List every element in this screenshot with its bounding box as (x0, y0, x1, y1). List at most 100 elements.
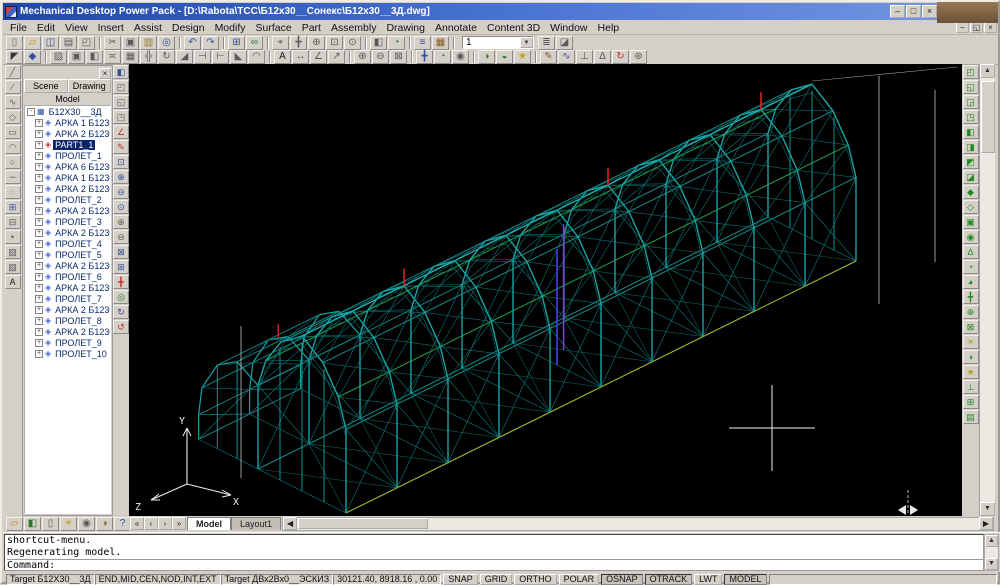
tree-expander-icon[interactable]: + (35, 218, 43, 226)
tree-expander-icon[interactable]: + (35, 174, 43, 182)
command-scroll-down-button[interactable]: ▼ (985, 558, 998, 570)
pan-realtime-icon[interactable]: ╋ (416, 50, 433, 64)
tab-model[interactable]: Model (187, 517, 231, 530)
tree-node-label[interactable]: ПРОЛЕТ_6 (53, 272, 104, 282)
zoom-out-icon[interactable]: ⊖ (113, 230, 129, 244)
tree-expander-icon[interactable]: + (35, 328, 43, 336)
tree-item[interactable]: +◈ПРОЛЕТ_6 (25, 271, 110, 282)
dim-angular-icon[interactable]: ∠ (310, 50, 327, 64)
title-bar[interactable]: Mechanical Desktop Power Pack - [D:\Rabo… (3, 3, 939, 20)
zoom-icon[interactable]: ⊕ (963, 305, 979, 319)
ucs-world-icon[interactable]: ⊥ (963, 380, 979, 394)
menu-assist[interactable]: Assist (129, 22, 167, 34)
zoom-scale-icon[interactable]: ⊖ (113, 185, 129, 199)
status-ortho-button[interactable]: ORTHO (514, 574, 556, 585)
perspective-icon[interactable]: ∆ (963, 245, 979, 259)
maximize-button[interactable]: □ (906, 5, 921, 18)
zoom-realtime-icon[interactable]: ⊕ (308, 36, 325, 50)
style-combo[interactable]: 1 ▼ (462, 36, 534, 49)
block-insert-icon[interactable]: ⊞ (5, 200, 21, 214)
tree-node-label[interactable]: PART1_1 (53, 140, 95, 150)
status-otrack-button[interactable]: OTRACK (645, 574, 693, 585)
leader-icon[interactable]: ↗ (328, 50, 345, 64)
update-part-icon[interactable]: ↻ (612, 50, 629, 64)
horizontal-scroll-thumb[interactable] (298, 518, 428, 529)
menu-design[interactable]: Design (167, 22, 210, 34)
text-icon[interactable]: A (274, 50, 291, 64)
top-view-icon[interactable]: ◰ (113, 80, 129, 94)
vertical-scroll-thumb[interactable] (981, 81, 995, 153)
mirror-icon[interactable]: ◧ (86, 50, 103, 64)
move-icon[interactable]: ╬ (140, 50, 157, 64)
pan-icon[interactable]: ╋ (963, 290, 979, 304)
tree-expander-icon[interactable]: + (35, 251, 43, 259)
back-view-icon[interactable]: ◨ (963, 140, 979, 154)
tree-expander-icon[interactable]: + (35, 163, 43, 171)
se-iso-view-icon[interactable]: ◪ (963, 170, 979, 184)
tree-expander-icon[interactable]: + (35, 295, 43, 303)
command-scroll-track[interactable] (985, 547, 998, 558)
options-icon[interactable]: ⊛ (630, 50, 647, 64)
status-lwt-button[interactable]: LWT (694, 574, 722, 585)
orbit-3d-icon[interactable]: ◔ (434, 50, 451, 64)
menu-drawing[interactable]: Drawing (381, 22, 430, 34)
dim-linear-icon[interactable]: ↔ (292, 50, 309, 64)
front-view-icon[interactable]: ◱ (113, 95, 129, 109)
tree-expander-icon[interactable]: + (35, 350, 43, 358)
tree-expander-icon[interactable]: + (35, 306, 43, 314)
render-icon[interactable]: ★ (514, 50, 531, 64)
tree-expander-icon[interactable]: + (35, 152, 43, 160)
tree-expander-icon[interactable]: + (35, 185, 43, 193)
array-icon[interactable]: ▦ (122, 50, 139, 64)
tree-node-label[interactable]: ПРОЛЕТ_3 (53, 217, 104, 227)
trim-icon[interactable]: ⊣ (194, 50, 211, 64)
tree-item[interactable]: +◈ПРОЛЕТ_4 (25, 238, 110, 249)
tree-node-label[interactable]: АРКА 6 Б1230_1 (53, 162, 111, 172)
zoom-extents-icon[interactable]: ⊠ (963, 320, 979, 334)
snap-settings-icon[interactable]: ⌖ (272, 36, 289, 50)
zoom-window-icon[interactable]: ⊡ (326, 36, 343, 50)
zoom-in-icon[interactable]: ⊕ (113, 215, 129, 229)
mdi-close-button[interactable]: × (984, 22, 997, 33)
layers-icon[interactable]: ≣ (538, 36, 555, 50)
tree-node-label[interactable]: АРКА 1 Б1230_1 (53, 118, 111, 128)
extend-icon[interactable]: ⊢ (212, 50, 229, 64)
line-icon[interactable]: ╱ (5, 65, 21, 79)
redraw-icon[interactable]: ↻ (113, 305, 129, 319)
hyperlink-icon[interactable]: ∞ (246, 36, 263, 50)
tree-node-label[interactable]: ПРОЛЕТ_4 (53, 239, 104, 249)
tree-node-label[interactable]: Б12Х30__3Д (47, 107, 104, 117)
status-snap-button[interactable]: SNAP (443, 574, 478, 585)
tree-item[interactable]: +◈PART1_1 (25, 139, 110, 150)
zoom-out-icon[interactable]: ⊖ (372, 50, 389, 64)
menu-content-3d[interactable]: Content 3D (482, 22, 545, 34)
menu-view[interactable]: View (60, 22, 93, 34)
constraint-icon[interactable]: ⊥ (576, 50, 593, 64)
command-history[interactable]: shortcut-menu.Regenerating model.Command… (4, 534, 984, 571)
tree-item[interactable]: +◈ПРОЛЕТ_1 (25, 150, 110, 161)
menu-annotate[interactable]: Annotate (430, 22, 482, 34)
tree-item[interactable]: -▦Б12Х30__3Д (25, 106, 110, 117)
tree-node-label[interactable]: ПРОЛЕТ_1 (53, 151, 104, 161)
front-view-icon[interactable]: ◧ (963, 125, 979, 139)
print-preview-icon[interactable]: ◰ (78, 36, 95, 50)
scale-icon[interactable]: ◢ (176, 50, 193, 64)
design-center-icon[interactable]: ▦ (432, 36, 449, 50)
tree-item[interactable]: +◈ПРОЛЕТ_5 (25, 249, 110, 260)
close-button[interactable]: × (922, 5, 937, 18)
zoom-all-icon[interactable]: ⊠ (113, 245, 129, 259)
tree-item[interactable]: +◈АРКА 1 Б1230_1 (25, 117, 110, 128)
cut-icon[interactable]: ✂ (104, 36, 121, 50)
tree-node-label[interactable]: ПРОЛЕТ_8 (53, 316, 104, 326)
tree-item[interactable]: +◈ПРОЛЕТ_10 (25, 348, 110, 359)
tree-node-label[interactable]: АРКА 2 Б1230_8 (53, 305, 111, 315)
plan-view-icon[interactable]: ▣ (963, 215, 979, 229)
menu-help[interactable]: Help (593, 22, 625, 34)
new-sketch-icon[interactable]: ✎ (113, 140, 129, 154)
menu-assembly[interactable]: Assembly (326, 22, 382, 34)
tree-item[interactable]: +◈АРКА 6 Б1230_1 (25, 161, 110, 172)
light-icon[interactable]: ☀ (963, 335, 979, 349)
offset-icon[interactable]: ≍ (104, 50, 121, 64)
tree-expander-icon[interactable]: + (35, 240, 43, 248)
arc-icon[interactable]: ◠ (5, 140, 21, 154)
